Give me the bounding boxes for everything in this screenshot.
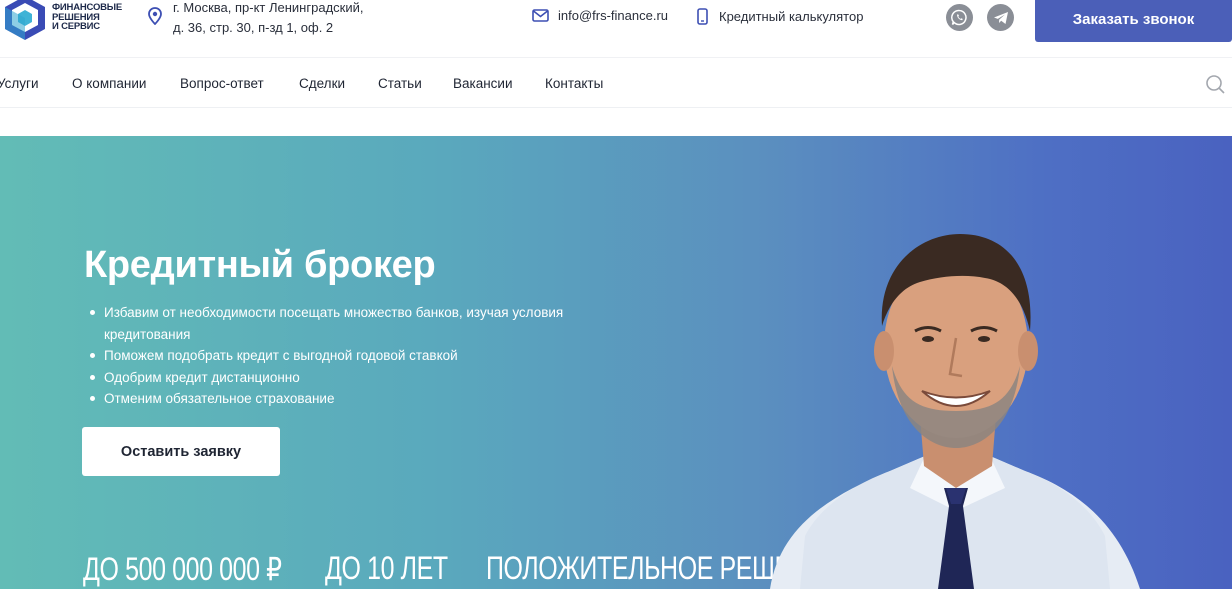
stat-term: ДО 10 ЛЕТ	[325, 550, 448, 586]
benefit-item: Отменим обязательное страхование	[90, 388, 624, 410]
address-line-1: г. Москва, пр-кт Ленинградский,	[173, 0, 364, 15]
mail-icon	[532, 9, 549, 22]
email-text: info@frs-finance.ru	[558, 8, 669, 23]
telegram-icon[interactable]	[987, 4, 1014, 31]
logo[interactable]: ФИНАНСОВЫЕ РЕШЕНИЯ И СЕРВИС	[0, 0, 130, 50]
search-icon[interactable]	[1205, 74, 1225, 94]
address-line-2: д. 36, стр. 30, п-зд 1, оф. 2	[173, 20, 334, 35]
top-header: ФИНАНСОВЫЕ РЕШЕНИЯ И СЕРВИС г. Москва, п…	[0, 0, 1232, 58]
nav-item-articles[interactable]: Статьи	[378, 76, 422, 91]
hero-benefits-list: Избавим от необходимости посещать множес…	[90, 302, 624, 410]
whatsapp-icon[interactable]	[946, 4, 973, 31]
benefit-item: Одобрим кредит дистанционно	[90, 367, 624, 389]
nav-item-services[interactable]: Услуги	[0, 76, 39, 91]
submit-application-button[interactable]: Оставить заявку	[82, 427, 280, 476]
nav-item-contacts[interactable]: Контакты	[545, 76, 603, 91]
calculator-text: Кредитный калькулятор	[719, 9, 864, 24]
benefit-item: Поможем подобрать кредит с выгодной годо…	[90, 345, 624, 367]
main-nav: Услуги О компании Вопрос-ответ Сделки Ст…	[0, 58, 1232, 108]
hero-title: Кредитный брокер	[84, 244, 436, 286]
logo-cube-icon	[5, 0, 45, 40]
order-call-button[interactable]: Заказать звонок	[1035, 0, 1232, 42]
email-link[interactable]: info@frs-finance.ru	[532, 8, 668, 23]
nav-item-deals[interactable]: Сделки	[299, 76, 345, 91]
stat-amount: ДО 500 000 000 ₽	[83, 551, 282, 587]
broker-photo	[770, 234, 1140, 589]
phone-icon	[697, 8, 708, 25]
nav-item-faq[interactable]: Вопрос-ответ	[180, 76, 264, 91]
nav-item-about[interactable]: О компании	[72, 76, 146, 91]
hero-banner: Кредитный брокер Избавим от необходимост…	[0, 136, 1232, 589]
nav-item-vacancies[interactable]: Вакансии	[453, 76, 513, 91]
benefit-item: Избавим от необходимости посещать множес…	[90, 302, 624, 345]
calculator-link[interactable]: Кредитный калькулятор	[697, 8, 863, 25]
logo-text: ФИНАНСОВЫЕ РЕШЕНИЯ И СЕРВИС	[52, 2, 123, 32]
map-pin-icon	[148, 7, 162, 25]
